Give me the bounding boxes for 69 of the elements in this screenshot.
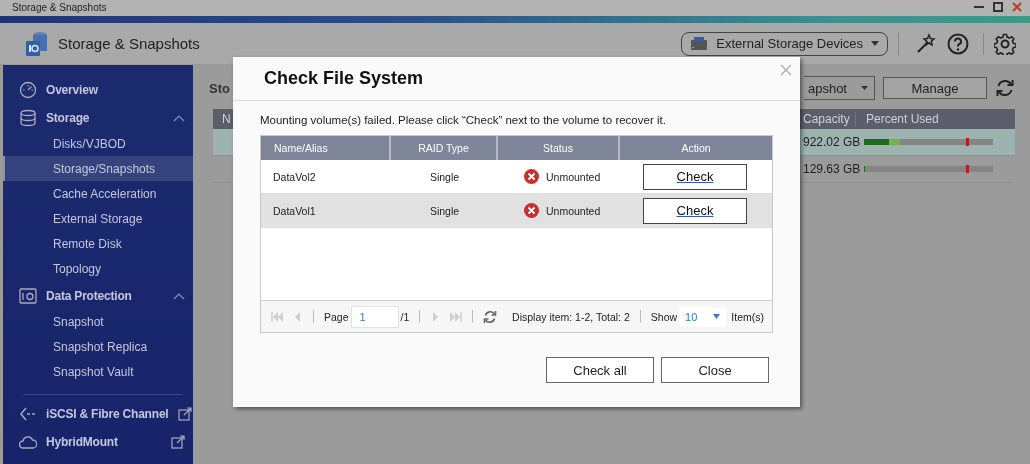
- status-text: Unmounted: [546, 204, 601, 217]
- sidebar-item[interactable]: Snapshot Replica: [3, 334, 193, 359]
- table-cell-text: DataVol1: [272, 204, 317, 217]
- sidebar-item[interactable]: Snapshot Vault: [3, 359, 193, 384]
- app-title: Storage & Snapshots: [58, 35, 201, 52]
- column-header: Capacity: [803, 112, 851, 126]
- app-logo-icon: [26, 30, 48, 57]
- error-icon: [524, 203, 539, 218]
- page-field[interactable]: 1: [350, 305, 399, 328]
- items-label: Item(s): [731, 310, 764, 323]
- sidebar-item[interactable]: Overview: [3, 77, 193, 103]
- dialog-title: Check File System: [264, 68, 425, 89]
- database-icon: [19, 109, 37, 127]
- show-label: Show: [650, 310, 678, 323]
- page-label: Page: [324, 310, 349, 323]
- sidebar-section[interactable]: Data Protection: [3, 283, 193, 309]
- refresh-icon[interactable]: [995, 78, 1015, 98]
- device-dropdown[interactable]: External Storage Devices: [681, 31, 888, 56]
- display-info: Display item: 1-2, Total: 2: [512, 310, 630, 323]
- camera-box-icon: [19, 287, 37, 305]
- threshold-marker: [966, 165, 969, 173]
- caret-icon: [713, 314, 721, 319]
- status-text: Unmounted: [546, 170, 601, 183]
- column-header: Percent Used: [855, 112, 1015, 126]
- manage-button[interactable]: Manage: [883, 77, 987, 99]
- maximize-icon[interactable]: [993, 2, 1003, 12]
- magic-wand-icon[interactable]: [915, 32, 937, 55]
- check-button[interactable]: Check: [643, 163, 747, 190]
- cloud-icon: [19, 433, 37, 451]
- sidebar-item[interactable]: iSCSI & Fibre Channel: [3, 401, 193, 427]
- table-row[interactable]: DataVol1 Single Unmounted Check: [261, 194, 772, 228]
- chevron-up-icon: [173, 292, 185, 300]
- sidebar-item[interactable]: Disks/VJBOD: [3, 131, 193, 156]
- column-header: Action: [680, 141, 712, 156]
- caret-icon: [861, 86, 868, 90]
- page-size-dropdown[interactable]: 10: [679, 306, 727, 327]
- message-text: Mounting volume(s) failed. Please click “Check” next to the volume to recover it.: [260, 114, 667, 126]
- sidebar-item[interactable]: Storage/Snapshots: [3, 156, 193, 181]
- table-cell: 129.63 GB: [803, 162, 859, 176]
- help-icon[interactable]: [947, 32, 969, 55]
- sidebar-item[interactable]: Cache Acceleration: [3, 181, 193, 206]
- snapshot-dropdown[interactable]: apshot: [803, 76, 875, 100]
- page-total: /1: [400, 310, 410, 323]
- table-cell: 922.02 GB: [803, 135, 859, 149]
- refresh-icon[interactable]: [483, 309, 498, 324]
- sidebar-item[interactable]: Topology: [3, 256, 193, 281]
- drive-icon: [690, 36, 709, 51]
- sidebar-item[interactable]: Snapshot: [3, 309, 193, 334]
- table-cell-text: Single: [428, 204, 461, 217]
- dialog-button[interactable]: Check all: [546, 357, 654, 383]
- sidebar-item[interactable]: HybridMount: [3, 429, 193, 455]
- window-title: Storage & Snapshots: [12, 1, 108, 13]
- page-heading: Sto: [209, 80, 231, 96]
- sidebar-section[interactable]: Storage: [3, 105, 193, 131]
- dialog-button[interactable]: Close: [661, 357, 769, 383]
- table-cell-text: DataVol2: [272, 170, 317, 183]
- connector-icon: [19, 405, 37, 423]
- column-header: N: [222, 112, 231, 126]
- caret-icon: [871, 41, 879, 46]
- table-cell-text: Single: [428, 170, 461, 183]
- settings-icon[interactable]: [994, 32, 1016, 55]
- gauge-icon: [19, 81, 37, 99]
- check-button[interactable]: Check: [643, 197, 747, 224]
- chevron-up-icon: [173, 114, 185, 122]
- sidebar-item[interactable]: External Storage: [3, 206, 193, 231]
- sidebar-item[interactable]: Remote Disk: [3, 231, 193, 256]
- close-icon[interactable]: [1012, 2, 1022, 12]
- error-icon: [524, 169, 539, 184]
- threshold-marker: [966, 138, 969, 146]
